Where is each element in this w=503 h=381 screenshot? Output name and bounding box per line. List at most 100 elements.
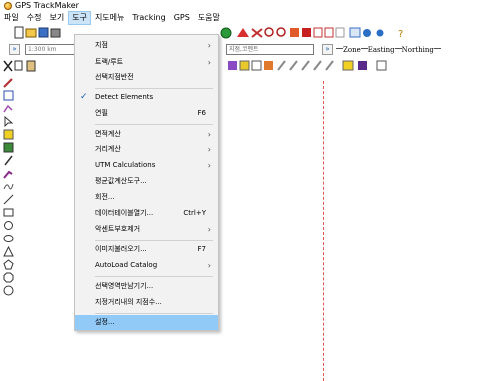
tool-icon-t[interactable] — [358, 61, 367, 70]
menu-view[interactable]: 보기 — [45, 11, 68, 25]
menu-help[interactable]: 도움말 — [194, 11, 224, 25]
waypoint-tool-icon[interactable] — [3, 129, 14, 140]
title-bar: GPS TrackMaker — [0, 0, 503, 11]
tool-icon-g[interactable] — [335, 27, 345, 38]
tool-icon-h[interactable] — [363, 29, 371, 37]
line-icon[interactable] — [3, 194, 14, 205]
octagon-icon[interactable] — [3, 272, 14, 283]
tool-icon-k[interactable] — [239, 60, 250, 71]
layers-icon[interactable] — [349, 27, 361, 38]
draw-line-icon[interactable] — [3, 155, 14, 166]
zoom-out-icon[interactable] — [276, 27, 286, 37]
menu-item-keep-selection[interactable]: 선택영역만남기기... — [75, 279, 218, 294]
menu-item-load-image[interactable]: 이미지불러오기... F7 — [75, 242, 218, 257]
tool-icon-f[interactable] — [324, 27, 334, 38]
menu-edit[interactable]: 수정 — [23, 11, 46, 25]
chevron-right-icon: › — [207, 161, 211, 170]
scale-go-button[interactable]: » — [9, 44, 20, 55]
track-tool-icon[interactable] — [3, 103, 14, 114]
menu-separator — [95, 88, 213, 89]
route-tool-icon[interactable] — [3, 142, 14, 153]
menu-item-autoload-catalog[interactable]: AutoLoad Catalog › — [75, 258, 218, 273]
menu-item-open-data-table[interactable]: 데이터테이블열기... Ctrl+Y — [75, 206, 218, 221]
zone-label: Zone — [343, 46, 361, 54]
tool-icon-o[interactable] — [289, 60, 298, 71]
app-icon — [4, 1, 12, 10]
open-folder-icon[interactable] — [25, 28, 37, 38]
easting-label: Easting — [367, 46, 395, 54]
select-box-icon[interactable] — [3, 90, 14, 101]
round-shape-icon[interactable] — [3, 285, 14, 296]
window-title: GPS TrackMaker — [15, 1, 79, 10]
tool-icon-n[interactable] — [277, 60, 286, 71]
globe-icon[interactable] — [220, 27, 232, 39]
chevron-right-icon: › — [207, 225, 211, 234]
new-file-icon[interactable] — [14, 26, 24, 39]
position-go-button[interactable]: » — [322, 44, 333, 55]
tool-icon-e[interactable] — [313, 27, 323, 38]
menu-file[interactable]: 파일 — [0, 11, 23, 25]
menu-item-rotate[interactable]: 회전... — [75, 190, 218, 205]
chevron-right-icon: › — [207, 261, 211, 270]
menu-item-detect-elements[interactable]: ✓ Detect Elements — [75, 90, 218, 105]
chevron-right-icon: › — [207, 58, 211, 67]
tool-icon-s[interactable] — [342, 60, 354, 71]
freehand-icon[interactable] — [3, 181, 14, 192]
paste-icon[interactable] — [26, 60, 36, 72]
tools-dropdown-menu: 지점 › 트랙/루트 › 선택지점반전 ✓ Detect Elements 연필 F6 … — [74, 34, 219, 331]
menu-separator — [95, 313, 213, 314]
tool-icon-d[interactable] — [302, 28, 311, 37]
tool-icon-a[interactable] — [237, 28, 249, 37]
menu-tracking[interactable]: Tracking — [128, 11, 169, 25]
menu-item-average-tool[interactable]: 평균값계산도구... — [75, 174, 218, 189]
menu-item-invert-selection[interactable]: 선택지점반전 — [75, 70, 218, 85]
menu-separator — [95, 276, 213, 277]
coordinate-header: Zone Easting Northing — [336, 45, 441, 55]
menu-item-distance-calc[interactable]: 거리계산 › — [75, 142, 218, 157]
position-field[interactable]: 지점,코멘트 — [226, 44, 314, 55]
tool-icon-m[interactable] — [264, 61, 273, 70]
menu-tools[interactable]: 도구 — [68, 11, 91, 25]
tool-icon-u[interactable] — [376, 60, 387, 71]
menu-item-waypoint[interactable]: 지점 › — [75, 38, 218, 53]
copy-icon[interactable] — [14, 60, 23, 71]
menu-separator — [95, 240, 213, 241]
checkmark-icon: ✓ — [80, 92, 88, 102]
tool-icon-b[interactable] — [251, 28, 263, 38]
svg-text:?: ? — [398, 29, 403, 40]
menu-item-pencil[interactable]: 연필 F6 — [75, 106, 218, 121]
triangle-icon[interactable] — [3, 246, 14, 257]
cut-icon[interactable] — [3, 60, 13, 72]
ellipse-icon[interactable] — [3, 233, 14, 244]
menu-item-utm-calculations[interactable]: UTM Calculations › — [75, 158, 218, 173]
menu-item-area-calc[interactable]: 면적계산 › — [75, 127, 218, 142]
tool-icon-j[interactable] — [228, 61, 237, 70]
menu-item-points-within-distance[interactable]: 지정거리내의 지점수... — [75, 295, 218, 310]
pentagon-icon[interactable] — [3, 259, 14, 270]
tool-icon-q[interactable] — [313, 60, 322, 71]
circle-icon[interactable] — [3, 220, 14, 231]
arrow-cursor-icon[interactable] — [3, 116, 14, 127]
tool-icon-c[interactable] — [290, 28, 299, 37]
menu-separator — [95, 124, 213, 125]
tool-icon-i[interactable] — [375, 28, 385, 38]
menu-bar: 파일 수정 보기 도구 지도메뉴 Tracking GPS 도움말 — [0, 11, 503, 25]
tool-icon-p[interactable] — [301, 60, 310, 71]
save-icon[interactable] — [38, 27, 49, 38]
rectangle-icon[interactable] — [3, 207, 14, 218]
tool-icon-l[interactable] — [251, 60, 262, 71]
menu-item-remove-accents[interactable]: 악센트부호제거 › — [75, 222, 218, 237]
map-guide-line — [323, 81, 324, 381]
help-icon[interactable]: ? — [398, 29, 403, 40]
print-icon[interactable] — [50, 28, 61, 38]
menu-map[interactable]: 지도메뉴 — [91, 11, 128, 25]
northing-label: Northing — [401, 46, 434, 54]
paint-tool-icon[interactable] — [3, 168, 14, 179]
chevron-right-icon: › — [207, 130, 211, 139]
zoom-in-icon[interactable] — [264, 27, 274, 37]
pencil-tool-icon[interactable] — [3, 77, 14, 88]
menu-gps[interactable]: GPS — [170, 11, 194, 25]
menu-item-settings[interactable]: 설정... — [75, 315, 218, 330]
tool-icon-r[interactable] — [325, 60, 334, 71]
menu-item-track-route[interactable]: 트랙/루트 › — [75, 55, 218, 70]
